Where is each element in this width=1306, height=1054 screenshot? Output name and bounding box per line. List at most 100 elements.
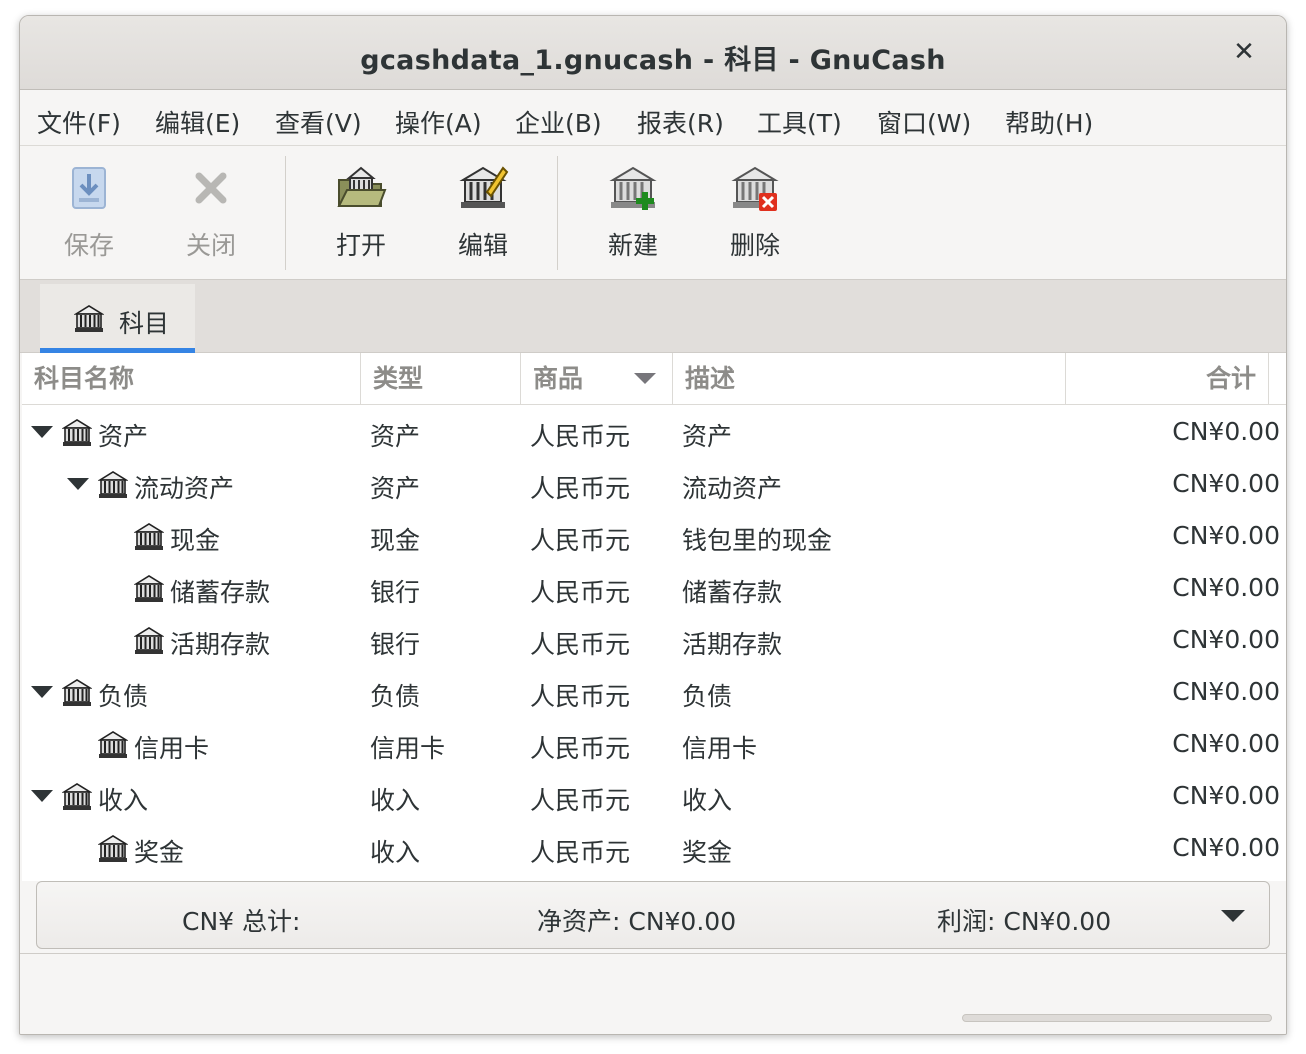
menu-tools[interactable]: 工具(T) xyxy=(757,104,842,140)
account-icon xyxy=(98,731,128,758)
menu-edit[interactable]: 编辑(E) xyxy=(155,104,240,140)
menu-reports[interactable]: 报表(R) xyxy=(637,104,724,140)
table-row[interactable]: 信用卡 信用卡 人民币元 信用卡 CN¥0.00 xyxy=(22,719,1286,771)
table-row[interactable]: 现金 现金 人民币元 钱包里的现金 CN¥0.00 xyxy=(22,511,1286,563)
app-window: gcashdata_1.gnucash - 科目 - GnuCash ✕ 文件(… xyxy=(19,15,1287,1035)
account-commodity: 人民币元 xyxy=(530,474,631,503)
table-row[interactable]: 奖金 收入 人民币元 奖金 CN¥0.00 xyxy=(22,823,1286,875)
edit-account-icon xyxy=(459,166,509,208)
account-type: 资产 xyxy=(370,474,421,503)
account-description: 奖金 xyxy=(682,838,733,867)
tree-rows: 资产 资产 人民币元 资产 CN¥0.00 流动资产 资产 人民币元 流动资产 … xyxy=(22,407,1286,875)
menu-file[interactable]: 文件(F) xyxy=(37,104,121,140)
account-description: 储蓄存款 xyxy=(682,578,783,607)
toolbar: 保存 关闭 打开 编辑 新建 删除 xyxy=(20,146,1286,280)
account-name: 流动资产 xyxy=(134,474,235,503)
account-type: 现金 xyxy=(370,526,421,555)
progress-bar xyxy=(962,1014,1272,1022)
account-total: CN¥0.00 xyxy=(1172,729,1280,758)
account-type: 资产 xyxy=(370,422,421,451)
tab-label: 科目 xyxy=(119,309,170,338)
account-icon xyxy=(134,523,164,550)
account-name: 活期存款 xyxy=(170,630,271,659)
delete-account-button[interactable]: 删除 xyxy=(700,146,810,280)
account-icon xyxy=(62,419,92,446)
table-row[interactable]: 负债 负债 人民币元 负债 CN¥0.00 xyxy=(22,667,1286,719)
account-commodity: 人民币元 xyxy=(530,734,631,763)
tab-bar: 科目 xyxy=(20,280,1286,353)
account-total: CN¥0.00 xyxy=(1172,417,1280,446)
save-icon xyxy=(72,167,106,209)
expander-expanded-icon[interactable] xyxy=(67,478,89,490)
account-description: 资产 xyxy=(682,422,733,451)
summary-net-assets: 净资产: CN¥0.00 xyxy=(537,907,737,936)
account-icon xyxy=(98,835,128,862)
account-name: 现金 xyxy=(170,526,221,555)
edit-button[interactable]: 编辑 xyxy=(428,146,538,280)
account-commodity: 人民币元 xyxy=(530,682,631,711)
table-row[interactable]: 收入 收入 人民币元 收入 CN¥0.00 xyxy=(22,771,1286,823)
open-account-icon xyxy=(337,166,387,207)
account-total: CN¥0.00 xyxy=(1172,573,1280,602)
summary-dropdown-icon[interactable] xyxy=(1221,910,1245,922)
account-icon xyxy=(62,679,92,706)
account-description: 流动资产 xyxy=(682,474,783,503)
column-header-name[interactable]: 科目名称 xyxy=(22,353,361,405)
account-icon xyxy=(98,471,128,498)
account-name: 信用卡 xyxy=(134,734,210,763)
expander-expanded-icon[interactable] xyxy=(31,686,53,698)
account-name: 收入 xyxy=(98,786,149,815)
expander-expanded-icon[interactable] xyxy=(31,790,53,802)
account-description: 负债 xyxy=(682,682,733,711)
open-label: 打开 xyxy=(335,231,386,260)
menu-bar: 文件(F) 编辑(E) 查看(V) 操作(A) 企业(B) 报表(R) 工具(T… xyxy=(20,90,1286,146)
title-bar[interactable]: gcashdata_1.gnucash - 科目 - GnuCash ✕ xyxy=(20,16,1286,90)
menu-windows[interactable]: 窗口(W) xyxy=(877,104,971,140)
account-total: CN¥0.00 xyxy=(1172,625,1280,654)
menu-help[interactable]: 帮助(H) xyxy=(1005,104,1093,140)
column-header-commodity[interactable]: 商品 xyxy=(521,353,673,405)
column-header-type[interactable]: 类型 xyxy=(361,353,521,405)
column-header-description[interactable]: 描述 xyxy=(673,353,1066,405)
table-row[interactable]: 流动资产 资产 人民币元 流动资产 CN¥0.00 xyxy=(22,459,1286,511)
account-description: 活期存款 xyxy=(682,630,783,659)
account-icon xyxy=(134,575,164,602)
expander-expanded-icon[interactable] xyxy=(31,426,53,438)
account-name: 资产 xyxy=(98,422,149,451)
tab-accounts[interactable]: 科目 xyxy=(40,284,195,353)
account-type: 负债 xyxy=(370,682,421,711)
table-row[interactable]: 储蓄存款 银行 人民币元 储蓄存款 CN¥0.00 xyxy=(22,563,1286,615)
menu-actions[interactable]: 操作(A) xyxy=(395,104,482,140)
account-icon xyxy=(62,783,92,810)
menu-view[interactable]: 查看(V) xyxy=(275,104,362,140)
account-total: CN¥0.00 xyxy=(1172,833,1280,862)
account-tree[interactable]: 科目名称 类型 商品 描述 合计 资产 资产 人民币元 资产 CN¥0.00 流… xyxy=(22,353,1286,881)
new-account-button[interactable]: 新建 xyxy=(578,146,688,280)
delete-account-icon xyxy=(731,166,779,211)
account-type: 收入 xyxy=(370,838,421,867)
close-label: 关闭 xyxy=(185,231,236,260)
account-name: 奖金 xyxy=(134,838,185,867)
save-label: 保存 xyxy=(63,231,114,260)
account-commodity: 人民币元 xyxy=(530,630,631,659)
account-commodity: 人民币元 xyxy=(530,526,631,555)
table-row[interactable]: 活期存款 银行 人民币元 活期存款 CN¥0.00 xyxy=(22,615,1286,667)
summary-label: CN¥ 总计: xyxy=(182,907,301,936)
window-close-button[interactable]: ✕ xyxy=(1228,36,1260,68)
close-button[interactable]: 关闭 xyxy=(156,146,266,280)
account-type: 信用卡 xyxy=(370,734,446,763)
table-row[interactable]: 资产 资产 人民币元 资产 CN¥0.00 xyxy=(22,407,1286,459)
account-total: CN¥0.00 xyxy=(1172,781,1280,810)
account-description: 收入 xyxy=(682,786,733,815)
account-commodity: 人民币元 xyxy=(530,578,631,607)
menu-business[interactable]: 企业(B) xyxy=(515,104,602,140)
edit-label: 编辑 xyxy=(457,231,508,260)
summary-bar[interactable]: CN¥ 总计: 净资产: CN¥0.00 利润: CN¥0.00 xyxy=(36,881,1270,949)
open-button[interactable]: 打开 xyxy=(306,146,416,280)
account-commodity: 人民币元 xyxy=(530,786,631,815)
account-description: 信用卡 xyxy=(682,734,758,763)
delete-account-label: 删除 xyxy=(729,231,780,260)
column-header-total[interactable]: 合计 xyxy=(1066,353,1269,405)
save-button[interactable]: 保存 xyxy=(34,146,144,280)
sort-descending-icon xyxy=(634,373,656,384)
